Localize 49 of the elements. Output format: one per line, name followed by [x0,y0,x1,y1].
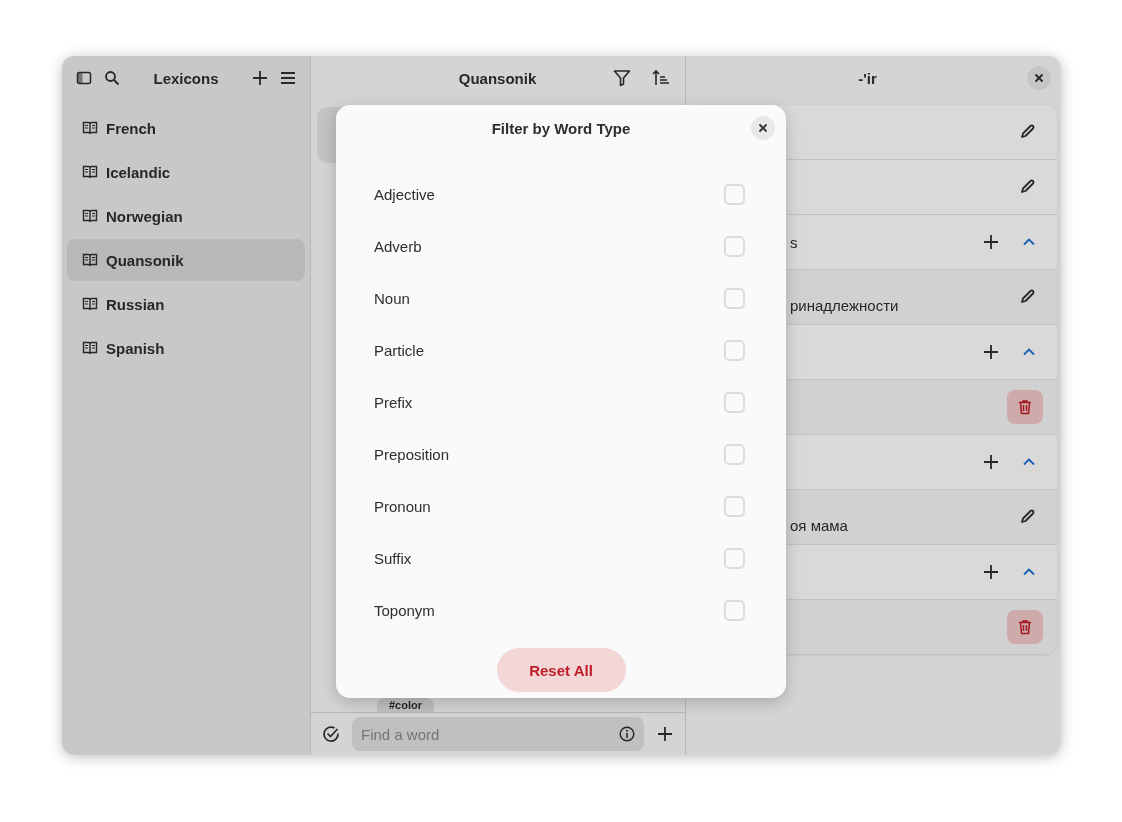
book-icon [82,164,98,180]
lexicon-item[interactable]: French [67,107,305,149]
option-label: Preposition [374,445,450,463]
info-icon[interactable] [619,726,635,742]
row-text: s [790,233,798,251]
trash-icon [1017,619,1033,635]
close-icon [1034,73,1044,83]
row-text: оя мама [790,517,848,536]
option-label: Prefix [374,393,413,411]
reset-button[interactable]: Reset All [496,648,626,692]
trash-icon [1017,399,1033,415]
lexicon-item[interactable]: Icelandic [67,151,305,193]
checkbox[interactable] [724,235,745,257]
checkbox[interactable] [724,391,745,413]
row-text: ринадлежности [790,297,899,316]
checkbox[interactable] [724,339,745,361]
sidebar-title: Lexicons [152,69,220,87]
tag-chip[interactable]: #color [377,698,434,712]
book-icon [82,120,98,136]
option-label: Pronoun [374,497,431,515]
lexicon-item[interactable]: Russian [67,283,305,325]
delete-button[interactable] [1007,390,1043,424]
close-button[interactable] [1027,66,1051,90]
checkbox[interactable] [724,495,745,517]
close-button[interactable] [751,116,775,140]
option-label: Adverb [374,237,422,255]
dialog-title: Filter by Word Type [491,119,631,137]
book-icon [82,208,98,224]
option-label: Adjective [374,185,435,203]
option-label: Particle [374,341,425,359]
option-label: Toponym [374,601,435,619]
close-icon [758,123,768,133]
option-label: Noun [374,289,410,307]
book-icon [82,296,98,312]
option-label: Suffix [374,549,412,567]
checkbox[interactable] [724,183,745,205]
checkbox[interactable] [724,599,745,621]
lexicon-item[interactable]: Spanish [67,327,305,369]
checkbox[interactable] [724,443,745,465]
book-icon [82,340,98,356]
book-icon [82,252,98,268]
lexicon-item[interactable]: Quansonik [67,239,305,281]
lexicon-title: Quansonik [457,69,538,87]
word-title: -'ir [857,69,878,87]
checkbox[interactable] [724,287,745,309]
delete-button[interactable] [1007,610,1043,644]
lexicon-item[interactable]: Norwegian [67,195,305,237]
search-field[interactable]: Find a word [352,717,644,751]
checkbox[interactable] [724,547,745,569]
